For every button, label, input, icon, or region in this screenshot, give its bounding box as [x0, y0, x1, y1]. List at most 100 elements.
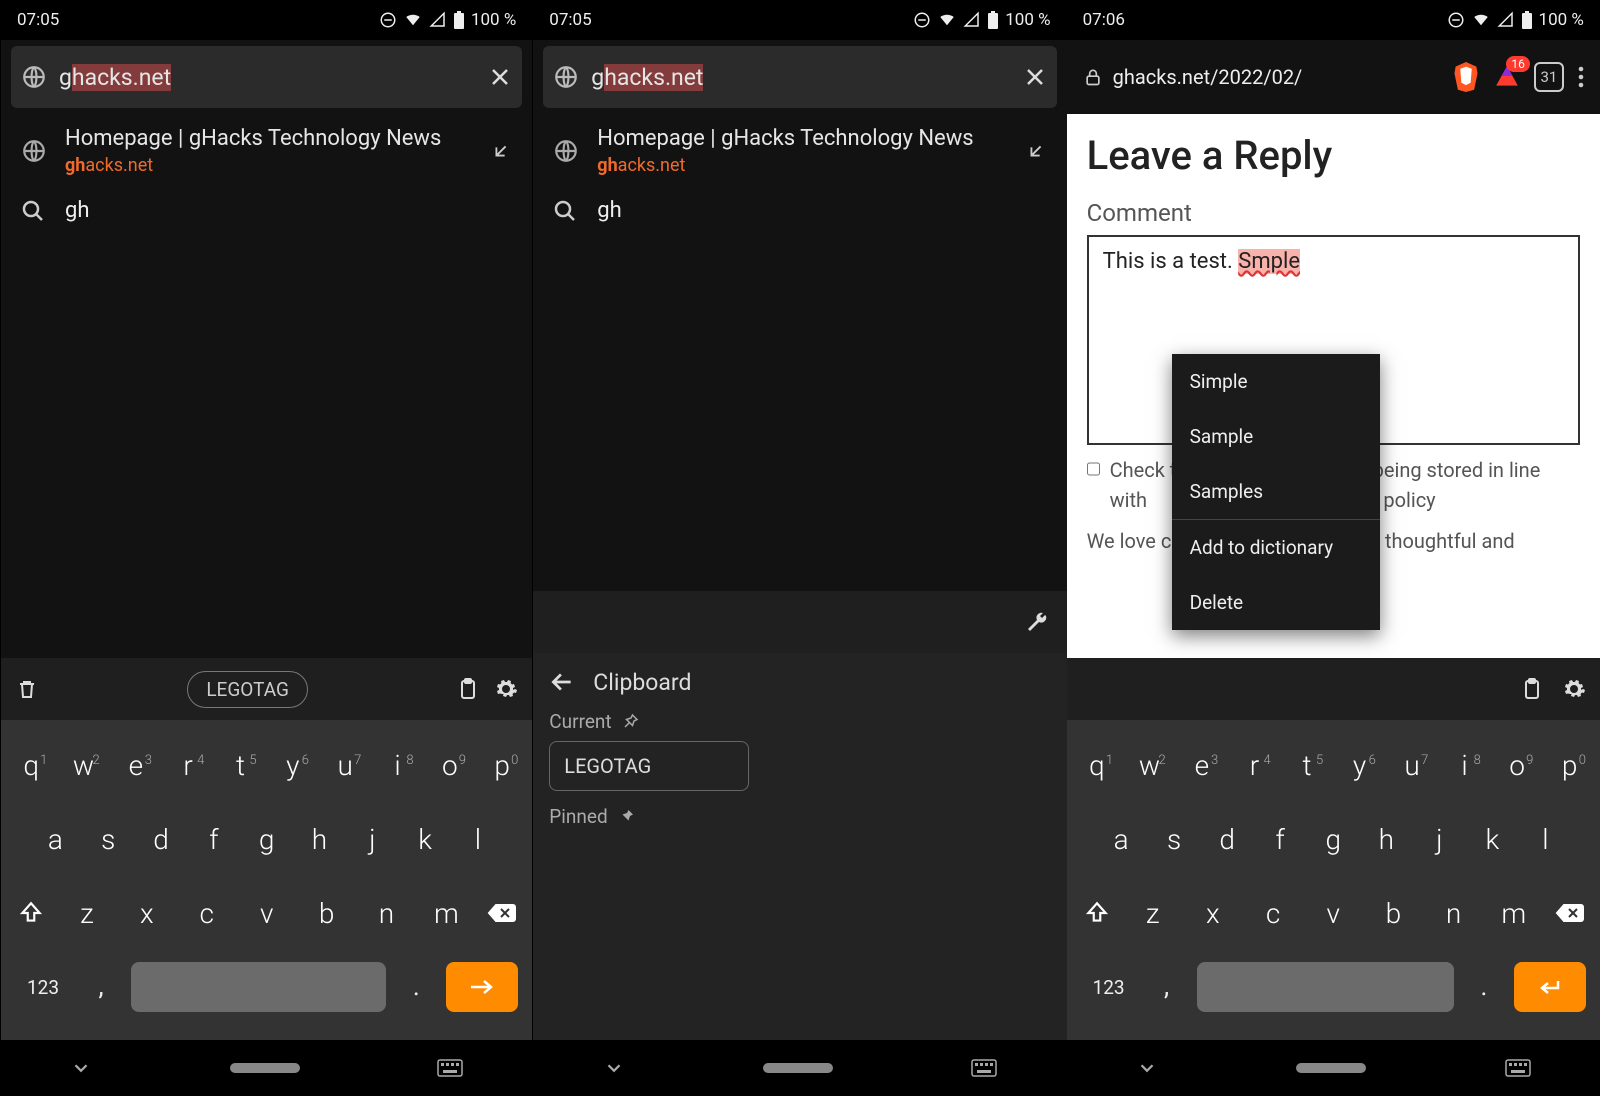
key-p[interactable]: 0p	[476, 749, 528, 782]
suggestion-row[interactable]: Homepage | gHacks Technology News ghacks…	[533, 114, 1066, 186]
key-a[interactable]: a	[1095, 823, 1148, 856]
symbols-key[interactable]: 123	[15, 976, 71, 999]
key-x[interactable]: x	[117, 897, 177, 930]
clear-icon[interactable]	[488, 65, 512, 89]
address-bar[interactable]: ghacks.net	[543, 46, 1056, 108]
key-c[interactable]: c	[1243, 897, 1303, 930]
key-h[interactable]: h	[1360, 823, 1413, 856]
key-f[interactable]: f	[1254, 823, 1307, 856]
keyboard-switcher-icon[interactable]	[971, 1059, 997, 1077]
brave-shield-icon[interactable]	[1452, 62, 1480, 92]
clipboard-item[interactable]: LEGOTAG	[549, 741, 749, 791]
clipboard-icon[interactable]	[1520, 677, 1544, 701]
ctx-suggestion[interactable]: Simple	[1172, 354, 1380, 409]
key-e[interactable]: 3e	[110, 749, 162, 782]
keyboard[interactable]: 1q 2w 3e 4r 5t 6y 7u 8i 9o 0p a s d f g …	[1067, 720, 1600, 1040]
key-v[interactable]: v	[1303, 897, 1363, 930]
home-pill[interactable]	[763, 1063, 833, 1073]
key-j[interactable]: j	[346, 823, 399, 856]
chevron-down-icon[interactable]	[1136, 1057, 1158, 1079]
suggestion-row[interactable]: Homepage | gHacks Technology News ghacks…	[1, 114, 532, 186]
key-d[interactable]: d	[135, 823, 188, 856]
key-k[interactable]: k	[399, 823, 452, 856]
pin-icon[interactable]	[622, 712, 640, 730]
symbols-key[interactable]: 123	[1081, 976, 1137, 999]
key-m[interactable]: m	[1484, 897, 1544, 930]
key-t[interactable]: 5t	[214, 749, 266, 782]
back-icon[interactable]	[549, 669, 575, 695]
key-t[interactable]: 5t	[1281, 749, 1334, 782]
address-bar[interactable]: ghacks.net/2022/02/	[1083, 65, 1438, 89]
keyboard[interactable]: 1q 2w 3e 4r 5t 6y 7u 8i 9o 0p a s d f g …	[1, 720, 532, 1040]
chevron-down-icon[interactable]	[70, 1057, 92, 1079]
key-a[interactable]: a	[29, 823, 82, 856]
key-m[interactable]: m	[416, 897, 476, 930]
key-b[interactable]: b	[297, 897, 357, 930]
key-b[interactable]: b	[1363, 897, 1423, 930]
search-suggestion[interactable]: gh	[533, 186, 1066, 235]
enter-key[interactable]	[1514, 962, 1586, 1012]
key-y[interactable]: 6y	[1333, 749, 1386, 782]
search-suggestion[interactable]: gh	[1, 186, 532, 235]
key-n[interactable]: n	[357, 897, 417, 930]
pin-filled-icon[interactable]	[618, 807, 636, 825]
arrow-insert-icon[interactable]	[1025, 140, 1047, 162]
spacebar[interactable]	[1197, 962, 1454, 1012]
key-u[interactable]: 7u	[319, 749, 371, 782]
go-key[interactable]	[446, 962, 518, 1012]
consent-checkbox[interactable]	[1087, 459, 1100, 479]
key-l[interactable]: l	[452, 823, 505, 856]
key-i[interactable]: 8i	[1438, 749, 1491, 782]
tab-count[interactable]: 31	[1534, 62, 1564, 92]
key-w[interactable]: 2w	[57, 749, 109, 782]
shift-key[interactable]	[5, 900, 57, 926]
key-j[interactable]: j	[1413, 823, 1466, 856]
suggestion-chip[interactable]: LEGOTAG	[187, 671, 308, 708]
key-p[interactable]: 0p	[1543, 749, 1596, 782]
key-q[interactable]: 1q	[5, 749, 57, 782]
gear-icon[interactable]	[494, 677, 518, 701]
key-n[interactable]: n	[1424, 897, 1484, 930]
period-key[interactable]: .	[396, 972, 436, 1002]
key-x[interactable]: x	[1183, 897, 1243, 930]
key-s[interactable]: s	[1148, 823, 1201, 856]
key-y[interactable]: 6y	[267, 749, 319, 782]
ctx-delete[interactable]: Delete	[1172, 575, 1380, 630]
keyboard-switcher-icon[interactable]	[1505, 1059, 1531, 1077]
ctx-add-dictionary[interactable]: Add to dictionary	[1172, 519, 1380, 575]
key-g[interactable]: g	[240, 823, 293, 856]
key-r[interactable]: 4r	[1228, 749, 1281, 782]
key-f[interactable]: f	[187, 823, 240, 856]
backspace-key[interactable]	[476, 901, 528, 925]
brave-rewards-icon[interactable]: 16	[1494, 64, 1520, 90]
clipboard-icon[interactable]	[456, 677, 480, 701]
comma-key[interactable]: ,	[1147, 972, 1187, 1002]
key-g[interactable]: g	[1307, 823, 1360, 856]
arrow-insert-icon[interactable]	[490, 140, 512, 162]
comma-key[interactable]: ,	[81, 972, 121, 1002]
key-k[interactable]: k	[1466, 823, 1519, 856]
key-l[interactable]: l	[1519, 823, 1572, 856]
ctx-suggestion[interactable]: Sample	[1172, 409, 1380, 464]
misspelled-word[interactable]: Smple	[1238, 249, 1300, 274]
key-u[interactable]: 7u	[1386, 749, 1439, 782]
spacebar[interactable]	[131, 962, 386, 1012]
ctx-suggestion[interactable]: Samples	[1172, 464, 1380, 519]
home-pill[interactable]	[1296, 1063, 1366, 1073]
trash-icon[interactable]	[15, 677, 39, 701]
key-w[interactable]: 2w	[1123, 749, 1176, 782]
clear-icon[interactable]	[1023, 65, 1047, 89]
shift-key[interactable]	[1071, 900, 1123, 926]
home-pill[interactable]	[230, 1063, 300, 1073]
key-o[interactable]: 9o	[1491, 749, 1544, 782]
key-i[interactable]: 8i	[371, 749, 423, 782]
address-bar[interactable]: ghacks.net	[11, 46, 522, 108]
gear-icon[interactable]	[1562, 677, 1586, 701]
backspace-key[interactable]	[1544, 901, 1596, 925]
key-r[interactable]: 4r	[162, 749, 214, 782]
menu-icon[interactable]	[1578, 66, 1584, 88]
key-z[interactable]: z	[57, 897, 117, 930]
key-z[interactable]: z	[1123, 897, 1183, 930]
key-s[interactable]: s	[82, 823, 135, 856]
wrench-icon[interactable]	[1025, 610, 1049, 634]
